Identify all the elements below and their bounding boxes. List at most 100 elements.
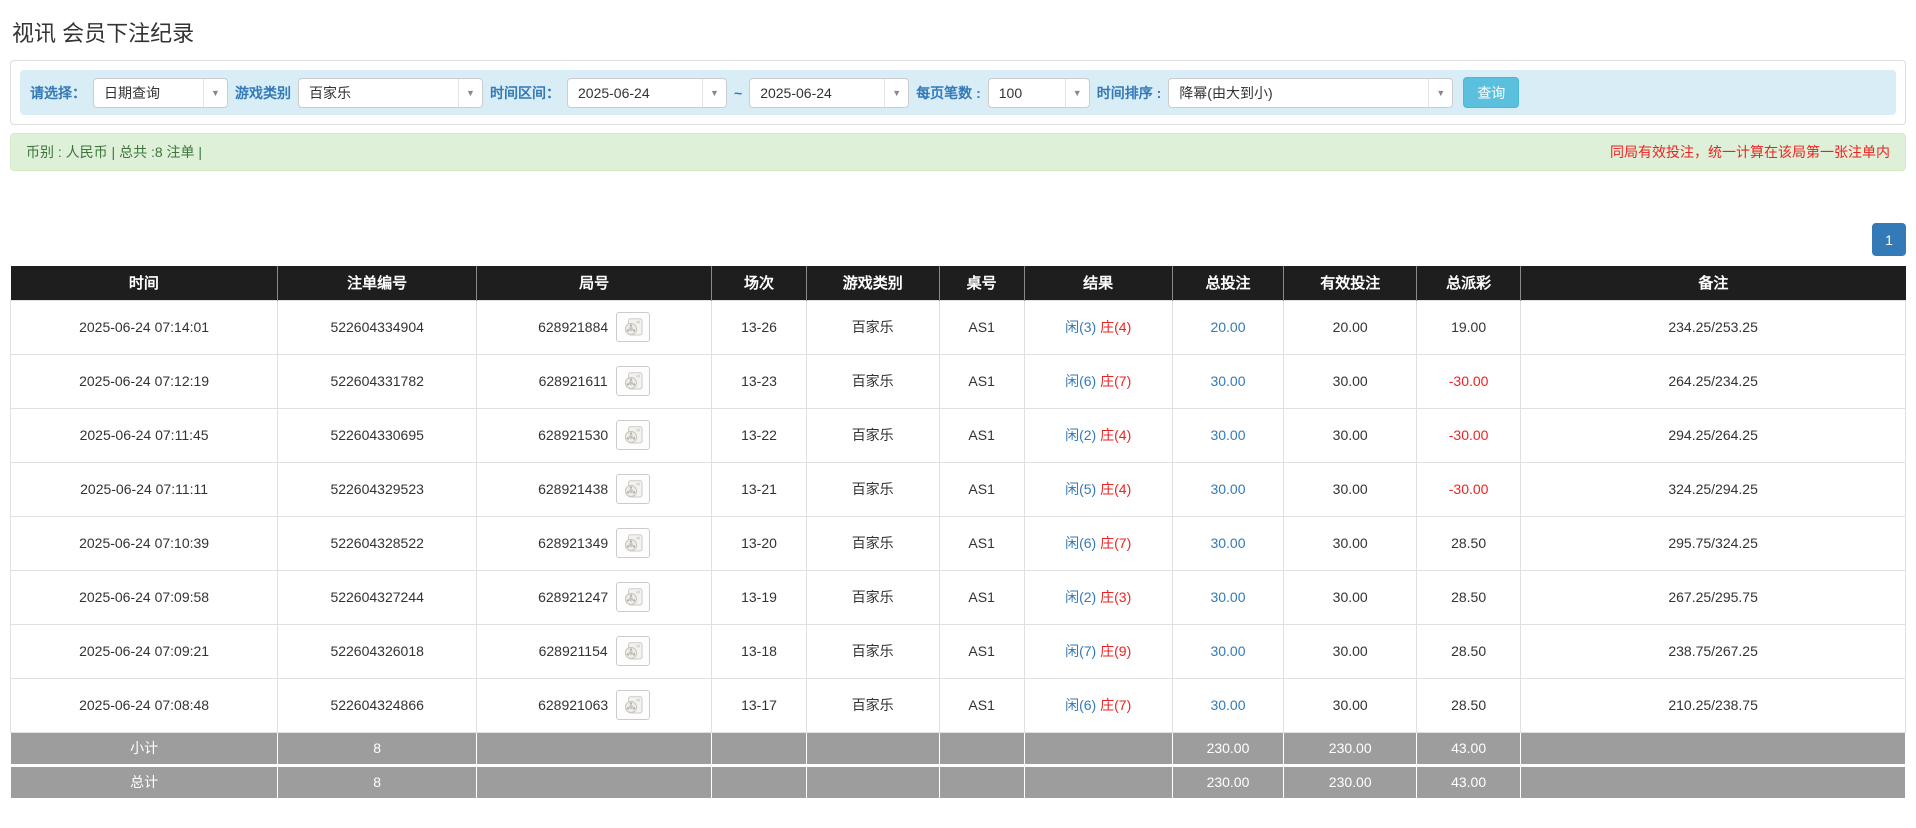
cell-time: 2025-06-24 07:14:01: [9, 299, 279, 355]
cell-result: 闲(6) 庄(7): [1023, 515, 1173, 571]
round-number: 628921884: [538, 319, 609, 335]
header-game: 游戏类别: [806, 266, 940, 300]
subtotal-valid-bet: 230.00: [1283, 732, 1418, 765]
subtotal-total-bet: 230.00: [1171, 732, 1285, 765]
film-reel-icon: [623, 534, 643, 552]
cell-payout: 28.50: [1416, 569, 1522, 625]
total-valid-bet: 230.00: [1283, 763, 1418, 798]
cell-game: 百家乐: [805, 569, 940, 625]
table-row: 2025-06-24 07:09:58 522604327244 6289212…: [9, 569, 1906, 625]
cell-total-bet[interactable]: 30.00: [1171, 461, 1285, 517]
cell-time: 2025-06-24 07:10:39: [9, 515, 279, 571]
cell-bet-id: 522604331782: [277, 353, 478, 409]
cell-valid-bet: 30.00: [1283, 353, 1418, 409]
date-to-select[interactable]: 2025-06-24 ▼: [749, 77, 910, 108]
table-row: 2025-06-24 07:10:39 522604328522 6289213…: [9, 515, 1906, 571]
cell-session: 13-18: [711, 623, 807, 679]
video-replay-button[interactable]: [616, 690, 651, 720]
cell-time: 2025-06-24 07:08:48: [9, 677, 279, 733]
cell-total-bet[interactable]: 30.00: [1171, 353, 1285, 409]
page-1-button[interactable]: 1: [1872, 223, 1906, 256]
cell-payout: -30.00: [1416, 353, 1522, 409]
search-button[interactable]: 查询: [1463, 77, 1520, 108]
video-replay-button[interactable]: [615, 636, 650, 666]
cell-total-bet[interactable]: 30.00: [1171, 515, 1285, 571]
cell-result: 闲(7) 庄(9): [1023, 623, 1173, 679]
total-total-bet: 230.00: [1171, 763, 1285, 798]
header-payout: 总派彩: [1416, 266, 1522, 300]
cell-result: 闲(2) 庄(3): [1023, 569, 1173, 625]
cell-bet-id: 522604330695: [277, 407, 478, 463]
table-row: 2025-06-24 07:11:11 522604329523 6289214…: [9, 461, 1906, 517]
cell-valid-bet: 20.00: [1283, 299, 1418, 355]
total-row: 总计 8 230.00 230.00 43.00: [9, 763, 1906, 798]
video-replay-button[interactable]: [616, 474, 651, 504]
cell-valid-bet: 30.00: [1283, 569, 1418, 625]
cell-bet-id: 522604328522: [277, 515, 478, 571]
cell-game: 百家乐: [805, 461, 940, 517]
result-player: 闲(2): [1065, 427, 1097, 443]
cell-game: 百家乐: [805, 407, 940, 463]
game-category-value: 百家乐: [309, 84, 351, 101]
cell-note: 264.25/234.25: [1520, 353, 1906, 409]
cell-note: 238.75/267.25: [1520, 623, 1906, 679]
cell-result: 闲(2) 庄(4): [1023, 407, 1173, 463]
query-type-select[interactable]: 日期查询 ▼: [93, 77, 228, 108]
cell-payout: 28.50: [1416, 677, 1522, 733]
cell-total-bet[interactable]: 30.00: [1171, 623, 1285, 679]
cell-valid-bet: 30.00: [1283, 461, 1418, 517]
page-size-select[interactable]: 100 ▼: [987, 77, 1090, 108]
cell-time: 2025-06-24 07:11:45: [9, 407, 279, 463]
chevron-down-icon: ▼: [1064, 78, 1089, 107]
cell-bet-id: 522604326018: [277, 623, 478, 679]
header-note: 备注: [1520, 266, 1906, 300]
result-player: 闲(6): [1065, 373, 1097, 389]
cell-total-bet[interactable]: 30.00: [1171, 677, 1285, 733]
table-row: 2025-06-24 07:12:19 522604331782 6289216…: [9, 353, 1906, 409]
result-banker: 庄(3): [1100, 589, 1132, 605]
chevron-down-icon: ▼: [702, 78, 726, 107]
game-category-select[interactable]: 百家乐 ▼: [298, 77, 483, 108]
cell-round: 628921247: [476, 569, 713, 625]
cell-total-bet[interactable]: 30.00: [1171, 569, 1285, 625]
header-round: 局号: [476, 266, 713, 300]
result-player: 闲(6): [1065, 535, 1097, 551]
video-replay-button[interactable]: [615, 366, 650, 396]
result-banker: 庄(4): [1100, 481, 1132, 497]
video-replay-button[interactable]: [616, 582, 651, 612]
film-reel-icon: [623, 318, 643, 336]
cell-payout: -30.00: [1416, 461, 1522, 517]
result-banker: 庄(7): [1100, 373, 1132, 389]
cell-payout: 19.00: [1416, 299, 1522, 355]
bet-records-table: 时间 注单编号 局号 场次 游戏类别 桌号 结果 总投注 有效投注 总派彩 备注…: [9, 266, 1906, 798]
summary-bar: 币别 : 人民币 | 总共 :8 注单 | 同局有效投注，统一计算在该局第一张注…: [10, 133, 1906, 171]
cell-result: 闲(6) 庄(7): [1023, 353, 1173, 409]
table-row: 2025-06-24 07:11:45 522604330695 6289215…: [9, 407, 1906, 463]
cell-table-no: AS1: [938, 569, 1025, 625]
cell-table-no: AS1: [938, 461, 1025, 517]
video-replay-button[interactable]: [616, 312, 651, 342]
result-player: 闲(6): [1065, 697, 1097, 713]
header-result: 结果: [1024, 266, 1173, 300]
page: 视讯 会员下注纪录 请选择： 日期查询 ▼ 游戏类别 百家乐 ▼ 时间区间： 2…: [0, 16, 1916, 798]
total-payout: 43.00: [1416, 763, 1522, 798]
cell-total-bet[interactable]: 20.00: [1171, 299, 1285, 355]
cell-round: 628921438: [476, 461, 713, 517]
cell-total-bet[interactable]: 30.00: [1171, 407, 1285, 463]
header-bet-id: 注单编号: [277, 266, 478, 300]
sort-order-select[interactable]: 降幂(由大到小) ▼: [1168, 77, 1454, 108]
cell-round: 628921884: [476, 299, 713, 355]
total-count: 8: [277, 763, 478, 798]
video-replay-button[interactable]: [616, 420, 651, 450]
chevron-down-icon: ▼: [884, 78, 908, 107]
filter-panel: 请选择： 日期查询 ▼ 游戏类别 百家乐 ▼ 时间区间： 2025-06-24 …: [10, 60, 1906, 125]
date-from-select[interactable]: 2025-06-24 ▼: [567, 77, 727, 108]
page-size-label: 每页笔数 :: [916, 84, 981, 101]
cell-result: 闲(3) 庄(4): [1023, 299, 1173, 355]
cell-game: 百家乐: [805, 515, 940, 571]
cell-round: 628921349: [476, 515, 713, 571]
cell-bet-id: 522604327244: [277, 569, 478, 625]
video-replay-button[interactable]: [616, 528, 651, 558]
round-number: 628921349: [538, 535, 609, 551]
result-player: 闲(5): [1065, 481, 1097, 497]
